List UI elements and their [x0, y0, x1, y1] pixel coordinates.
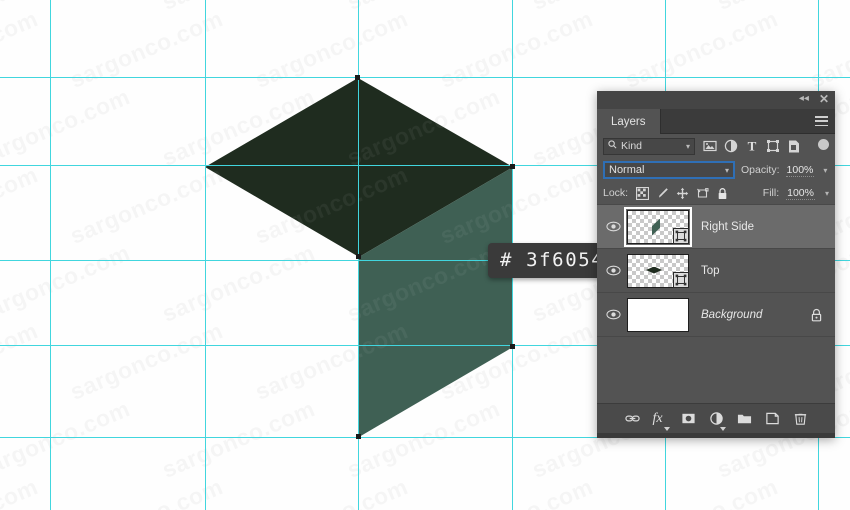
layer-locked-icon [810, 308, 823, 325]
opacity-label: Opacity: [741, 164, 780, 176]
lock-label: Lock: [603, 187, 628, 199]
adjustment-layer-filter-icon[interactable] [724, 139, 738, 153]
tab-layers[interactable]: Layers [597, 109, 661, 134]
shape-layer-filter-icon[interactable] [766, 139, 780, 153]
layer-visibility-toggle[interactable] [599, 265, 627, 276]
vector-mask-badge[interactable] [673, 272, 689, 288]
anchor-bottom[interactable] [356, 434, 361, 439]
eye-icon [606, 265, 621, 276]
layer-filter-row[interactable]: Kind ▾ T [597, 134, 835, 158]
layer-row[interactable]: Right Side [597, 205, 835, 249]
new-layer-icon[interactable] [765, 411, 780, 426]
layer-thumbnail[interactable] [627, 298, 689, 332]
panel-titlebar[interactable]: ◂◂ ✕ [597, 91, 835, 109]
chevron-down-icon[interactable]: ▾ [725, 166, 729, 175]
pixel-layer-filter-icon[interactable] [703, 139, 717, 153]
new-adjustment-layer-icon[interactable] [709, 411, 724, 426]
layer-visibility-toggle[interactable] [599, 309, 627, 320]
layer-name[interactable]: Background [701, 309, 762, 321]
lock-artboard-nesting-icon[interactable] [696, 187, 709, 200]
fill-label: Fill: [763, 187, 779, 199]
layer-row[interactable]: Background [597, 293, 835, 337]
thumbnail-artwork [646, 267, 662, 274]
eye-icon [606, 309, 621, 320]
filter-enable-toggle[interactable] [818, 139, 829, 153]
layer-name[interactable]: Top [701, 265, 720, 277]
panel-bottom-edge [597, 433, 835, 438]
new-group-icon[interactable] [737, 411, 752, 426]
layers-panel-footer[interactable]: fx [597, 403, 835, 433]
vector-mask-badge[interactable] [673, 228, 689, 244]
svg-text:T: T [748, 139, 757, 153]
anchor-top[interactable] [355, 75, 360, 80]
layer-row[interactable]: Top [597, 249, 835, 293]
collapse-panel-icon[interactable]: ◂◂ [799, 93, 809, 105]
tab-layers-label: Layers [611, 116, 646, 128]
smart-object-filter-icon[interactable] [787, 139, 801, 153]
blend-mode-value: Normal [609, 164, 644, 176]
anchor-right-bottom[interactable] [510, 344, 515, 349]
opacity-chevron-down-icon[interactable]: ▾ [823, 166, 827, 175]
lock-all-icon[interactable] [716, 187, 729, 200]
chevron-down-icon[interactable]: ▾ [686, 142, 690, 151]
delete-layer-icon[interactable] [793, 411, 808, 426]
panel-menu-icon[interactable] [815, 116, 828, 126]
lock-position-icon[interactable] [676, 187, 689, 200]
lock-transparent-pixels-icon[interactable] [636, 187, 649, 200]
eye-icon [606, 221, 621, 232]
guide-horizontal[interactable] [0, 77, 850, 78]
tab-bar-empty-area [661, 109, 835, 134]
anchor-middle[interactable] [356, 254, 361, 259]
layer-thumbnail[interactable] [627, 210, 689, 244]
add-layer-mask-icon[interactable] [681, 411, 696, 426]
blend-mode-select[interactable]: Normal ▾ [603, 161, 735, 179]
panel-tab-bar[interactable]: Layers [597, 109, 835, 134]
fill-chevron-down-icon[interactable]: ▾ [825, 189, 829, 198]
filter-kind-label: Kind [621, 140, 642, 152]
close-panel-icon[interactable]: ✕ [819, 93, 829, 105]
lock-image-pixels-icon[interactable] [656, 187, 669, 200]
thumbnail-artwork [652, 219, 660, 236]
type-layer-filter-icon[interactable]: T [745, 139, 759, 153]
fill-value[interactable]: 100% [786, 187, 815, 200]
layers-list[interactable]: Right Side Top Background [597, 204, 835, 403]
link-layers-icon[interactable] [625, 411, 640, 426]
opacity-value[interactable]: 100% [786, 164, 815, 177]
filter-kind-select[interactable]: Kind ▾ [603, 138, 695, 155]
photoshop-workspace: sargonco.comsargonco.comsargonco.comsarg… [0, 0, 850, 510]
anchor-right[interactable] [510, 164, 515, 169]
layers-panel[interactable]: ◂◂ ✕ Layers Kind ▾ [597, 91, 835, 438]
layer-name[interactable]: Right Side [701, 221, 754, 233]
layer-thumbnail[interactable] [627, 254, 689, 288]
layer-visibility-toggle[interactable] [599, 221, 627, 232]
magnifier-icon [608, 140, 617, 152]
lock-row[interactable]: Lock: Fill: 100% ▾ [597, 182, 835, 204]
blend-mode-row[interactable]: Normal ▾ Opacity: 100% ▾ [597, 158, 835, 182]
layer-style-fx-icon[interactable]: fx [653, 411, 668, 426]
